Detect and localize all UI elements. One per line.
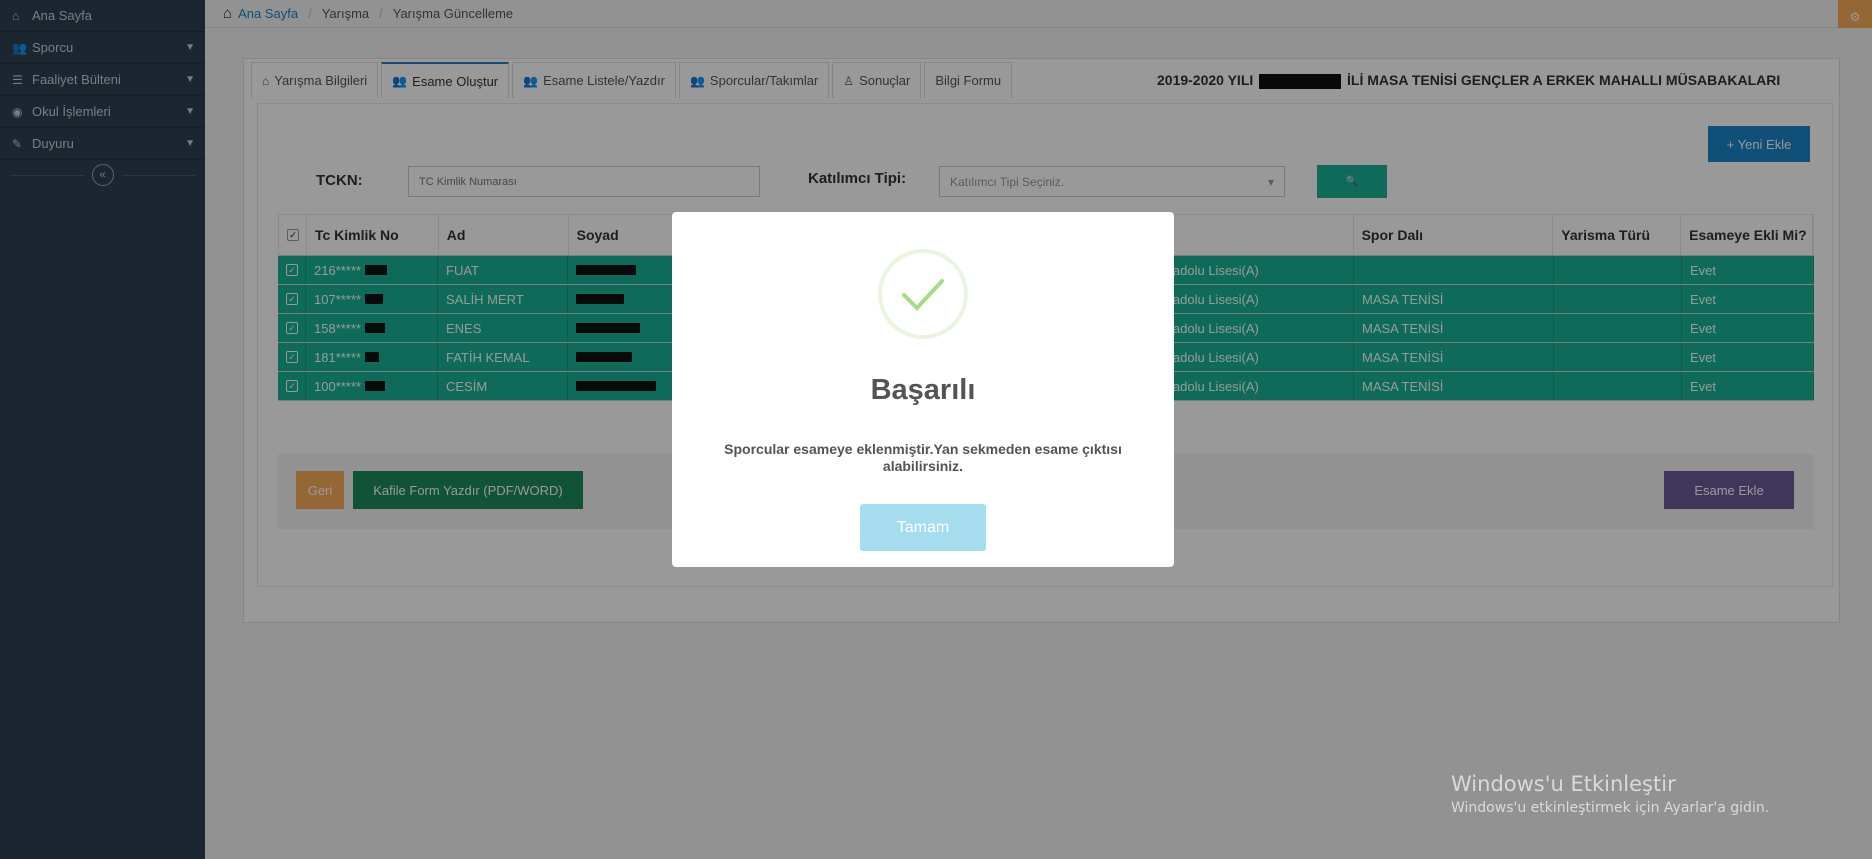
dialog-title: Başarılı — [870, 374, 976, 406]
watermark-title: Windows'u Etkinleştir — [1451, 772, 1676, 796]
ok-button[interactable]: Tamam — [860, 504, 986, 551]
checkmark-icon — [902, 279, 944, 311]
success-check-icon — [878, 249, 968, 339]
success-dialog: Başarılı Sporcular esameye eklenmiştir.Y… — [672, 212, 1174, 567]
windows-activation-watermark: Windows'u Etkinleştir Windows'u etkinleş… — [1451, 772, 1769, 816]
dialog-message: Sporcular esameye eklenmiştir.Yan sekmed… — [724, 441, 1122, 474]
watermark-subtitle: Windows'u etkinleştirmek için Ayarlar'a … — [1451, 800, 1770, 816]
